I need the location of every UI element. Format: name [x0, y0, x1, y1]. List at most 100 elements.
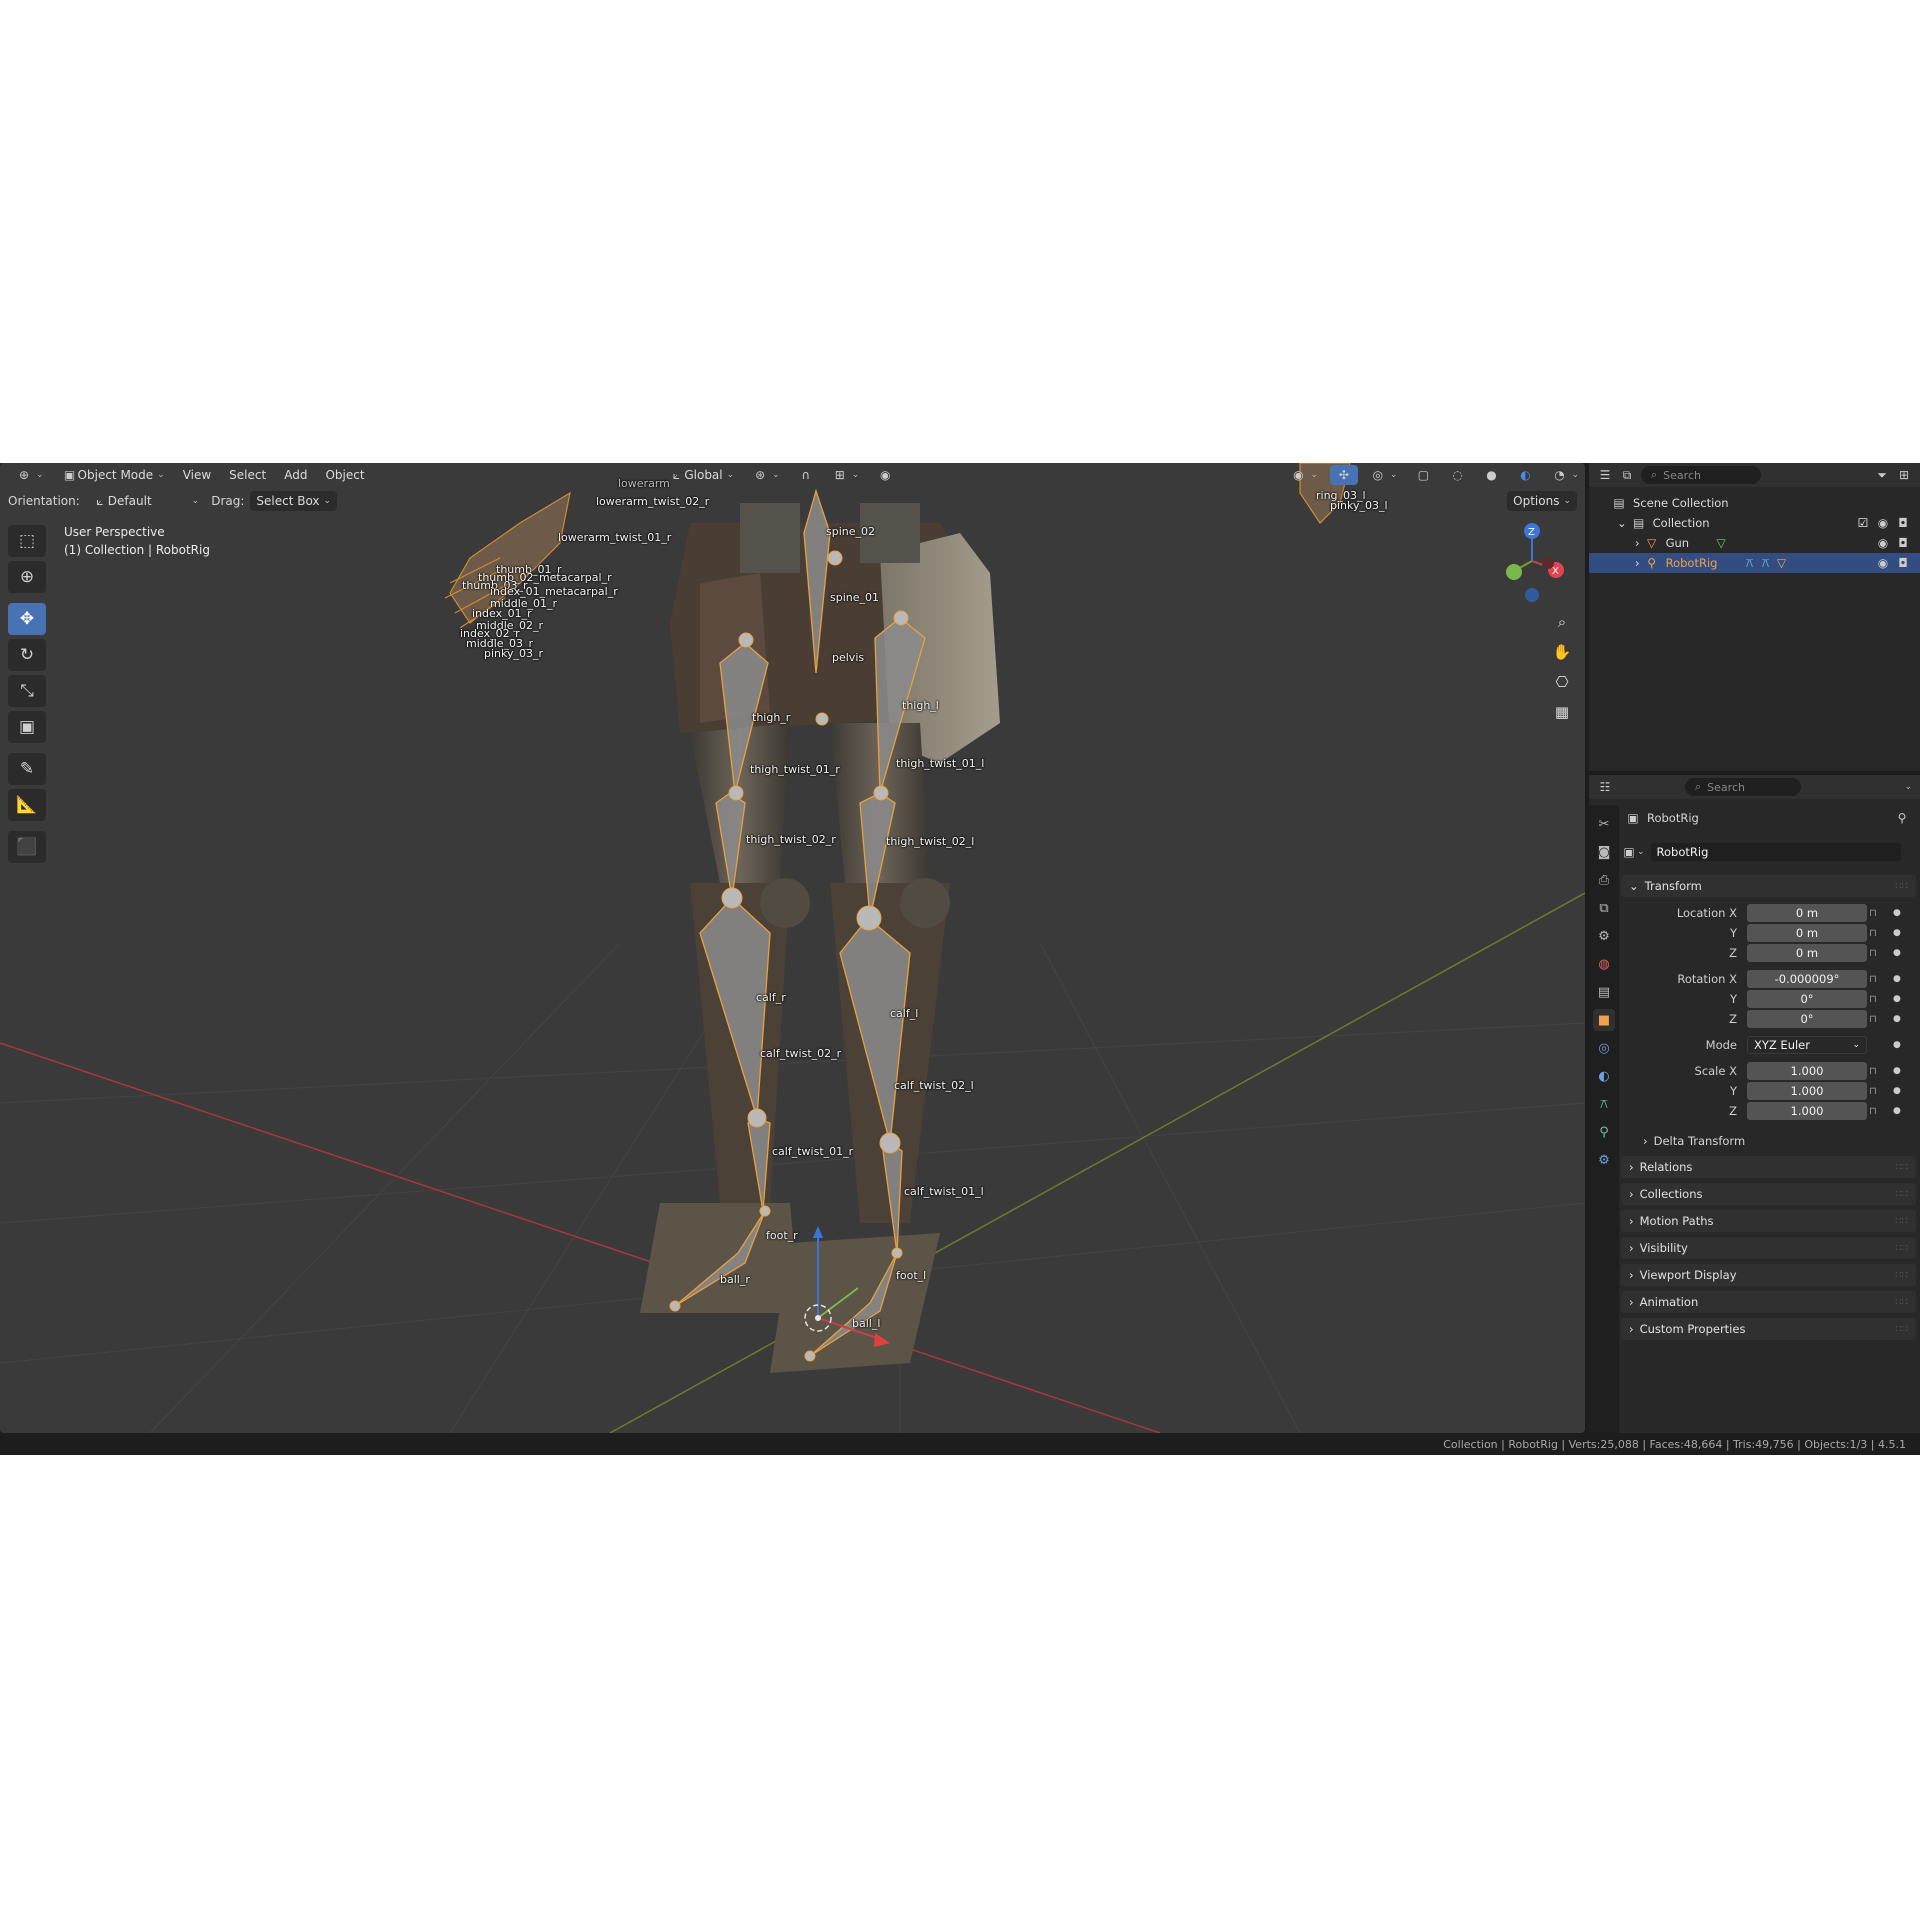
- world-tab-icon[interactable]: ◍: [1593, 953, 1615, 975]
- keyframe-dot-icon[interactable]: ●: [1893, 974, 1901, 984]
- rotate-tool[interactable]: ↻: [8, 639, 46, 671]
- camera-icon[interactable]: ◘: [1895, 535, 1911, 551]
- viewport-display-panel-header[interactable]: › Viewport Display ∷∷: [1621, 1264, 1916, 1286]
- overlays-toggle[interactable]: ◎ ⌄: [1364, 465, 1404, 485]
- snap-toggle[interactable]: ∩: [792, 465, 820, 485]
- select-box-tool[interactable]: ⬚: [8, 525, 46, 557]
- properties-search[interactable]: ⌕ Search: [1685, 778, 1801, 796]
- perspective-grid-icon[interactable]: ▦: [1549, 699, 1575, 725]
- scale-z-field[interactable]: 1.000: [1747, 1102, 1867, 1120]
- keyframe-dot-icon[interactable]: ●: [1893, 1014, 1901, 1024]
- rotation-mode-dropdown[interactable]: XYZ Euler ⌄: [1747, 1036, 1867, 1054]
- outliner-search[interactable]: ⌕ Search: [1641, 466, 1761, 484]
- shading-wireframe[interactable]: ◌: [1443, 465, 1471, 485]
- chevron-down-icon[interactable]: ⌄: [1617, 516, 1627, 530]
- outliner-collection[interactable]: ⌄ ▤ Collection ☑ ◉ ◘: [1589, 513, 1920, 533]
- orientation-gizmo[interactable]: Z X: [1490, 521, 1570, 611]
- measure-tool[interactable]: 📐: [8, 789, 46, 821]
- custom-properties-panel-header[interactable]: › Custom Properties ∷∷: [1621, 1318, 1916, 1340]
- chevron-right-icon[interactable]: ›: [1635, 556, 1640, 570]
- drag-dropdown[interactable]: Select Box ⌄: [250, 491, 338, 511]
- data-tab-icon[interactable]: ⚲: [1593, 1121, 1615, 1143]
- keyframe-dot-icon[interactable]: ●: [1893, 908, 1901, 918]
- transform-tool[interactable]: ▣: [8, 711, 46, 743]
- camera-icon[interactable]: ◘: [1895, 555, 1911, 571]
- pin-icon[interactable]: ⚲: [1894, 810, 1910, 826]
- mode-selector[interactable]: ▣ Object Mode ⌄: [56, 465, 171, 485]
- collection-tab-icon[interactable]: ▤: [1593, 981, 1615, 1003]
- lock-icon[interactable]: ⊓: [1869, 1066, 1877, 1077]
- zoom-icon[interactable]: ⌕: [1549, 609, 1575, 635]
- relations-panel-header[interactable]: › Relations ∷∷: [1621, 1156, 1916, 1178]
- output-tab-icon[interactable]: ⎙: [1593, 869, 1615, 891]
- lock-icon[interactable]: ⊓: [1869, 994, 1877, 1005]
- bone-tab-icon[interactable]: ⚙: [1593, 1149, 1615, 1171]
- location-x-field[interactable]: 0 m: [1747, 904, 1867, 922]
- shading-material[interactable]: ◐: [1511, 465, 1539, 485]
- lock-icon[interactable]: ⊓: [1869, 908, 1877, 919]
- rotation-y-field[interactable]: 0°: [1747, 990, 1867, 1008]
- menu-select[interactable]: Select: [223, 465, 272, 485]
- lock-icon[interactable]: ⊓: [1869, 974, 1877, 985]
- shading-rendered[interactable]: ◔ ⌄: [1545, 465, 1585, 485]
- object-name-field[interactable]: RobotRig: [1650, 843, 1901, 861]
- tool-tab-icon[interactable]: ✂: [1593, 813, 1615, 835]
- eye-icon[interactable]: ◉: [1875, 535, 1891, 551]
- xray-toggle[interactable]: ▢: [1409, 465, 1437, 485]
- snap-menu[interactable]: ⊞ ⌄: [826, 465, 866, 485]
- transform-panel-header[interactable]: ⌄ Transform ∷∷: [1621, 875, 1916, 897]
- scale-y-field[interactable]: 1.000: [1747, 1082, 1867, 1100]
- editor-type-menu[interactable]: ⊕ ⌄: [10, 465, 50, 485]
- object-type-icon[interactable]: ▣: [1621, 844, 1637, 860]
- keyframe-dot-icon[interactable]: ●: [1893, 948, 1901, 958]
- delta-transform-subpanel[interactable]: › Delta Transform: [1621, 1131, 1916, 1151]
- animation-panel-header[interactable]: › Animation ∷∷: [1621, 1291, 1916, 1313]
- cursor-tool[interactable]: ⊕: [8, 561, 46, 593]
- chevron-down-icon[interactable]: ⌄: [1904, 782, 1912, 792]
- motion-paths-panel-header[interactable]: › Motion Paths ∷∷: [1621, 1210, 1916, 1232]
- constraints-tab-icon[interactable]: ⚻: [1593, 1093, 1615, 1115]
- orientation-dropdown[interactable]: ⟀ Default ⌄: [86, 491, 205, 511]
- keyframe-dot-icon[interactable]: ●: [1893, 1106, 1901, 1116]
- scene-tab-icon[interactable]: ⚙: [1593, 925, 1615, 947]
- camera-view-icon[interactable]: ⎔: [1549, 669, 1575, 695]
- render-tab-icon[interactable]: ◙: [1593, 841, 1615, 863]
- annotate-tool[interactable]: ✎: [8, 753, 46, 785]
- keyframe-dot-icon[interactable]: ●: [1893, 994, 1901, 1004]
- scale-x-field[interactable]: 1.000: [1747, 1062, 1867, 1080]
- outliner-editor-icon[interactable]: ☰: [1597, 467, 1613, 483]
- location-y-field[interactable]: 0 m: [1747, 924, 1867, 942]
- visibility-menu[interactable]: ◉ ⌄: [1284, 465, 1324, 485]
- outliner-item-robotrig[interactable]: › ⚲ RobotRig ⚻ ⚻ ▽ ◉ ◘: [1589, 553, 1920, 573]
- lock-icon[interactable]: ⊓: [1869, 1086, 1877, 1097]
- lock-icon[interactable]: ⊓: [1869, 1106, 1877, 1117]
- shading-solid[interactable]: ●: [1477, 465, 1505, 485]
- keyframe-dot-icon[interactable]: ●: [1893, 1086, 1901, 1096]
- physics-tab-icon[interactable]: ◐: [1593, 1065, 1615, 1087]
- camera-icon[interactable]: ◘: [1895, 515, 1911, 531]
- add-cube-tool[interactable]: ⬛: [8, 831, 46, 863]
- menu-object[interactable]: Object: [319, 465, 370, 485]
- lock-icon[interactable]: ⊓: [1869, 1014, 1877, 1025]
- properties-editor-icon[interactable]: ☷: [1597, 779, 1613, 795]
- new-collection-icon[interactable]: ⊞: [1896, 467, 1912, 483]
- keyframe-dot-icon[interactable]: ●: [1893, 1066, 1901, 1076]
- pivot-point-menu[interactable]: ⊛ ⌄: [746, 465, 786, 485]
- outliner-item-gun[interactable]: › ▽ Gun ▽ ◉ ◘: [1589, 533, 1920, 553]
- object-tab-icon[interactable]: ■: [1593, 1009, 1615, 1031]
- menu-add[interactable]: Add: [278, 465, 313, 485]
- pan-hand-icon[interactable]: ✋: [1549, 639, 1575, 665]
- outliner-scene-collection[interactable]: ▤ Scene Collection: [1589, 493, 1920, 513]
- menu-view[interactable]: View: [177, 465, 217, 485]
- checkbox-icon[interactable]: ☑: [1855, 515, 1871, 531]
- visibility-panel-header[interactable]: › Visibility ∷∷: [1621, 1237, 1916, 1259]
- view-layer-tab-icon[interactable]: ⧉: [1593, 897, 1615, 919]
- chevron-right-icon[interactable]: ›: [1635, 536, 1640, 550]
- scale-tool[interactable]: ⤡: [8, 675, 46, 707]
- rotation-x-field[interactable]: -0.000009°: [1747, 970, 1867, 988]
- keyframe-dot-icon[interactable]: ●: [1893, 1040, 1901, 1050]
- display-mode-icon[interactable]: ⧉: [1619, 467, 1635, 483]
- collections-panel-header[interactable]: › Collections ∷∷: [1621, 1183, 1916, 1205]
- rotation-z-field[interactable]: 0°: [1747, 1010, 1867, 1028]
- lock-icon[interactable]: ⊓: [1869, 928, 1877, 939]
